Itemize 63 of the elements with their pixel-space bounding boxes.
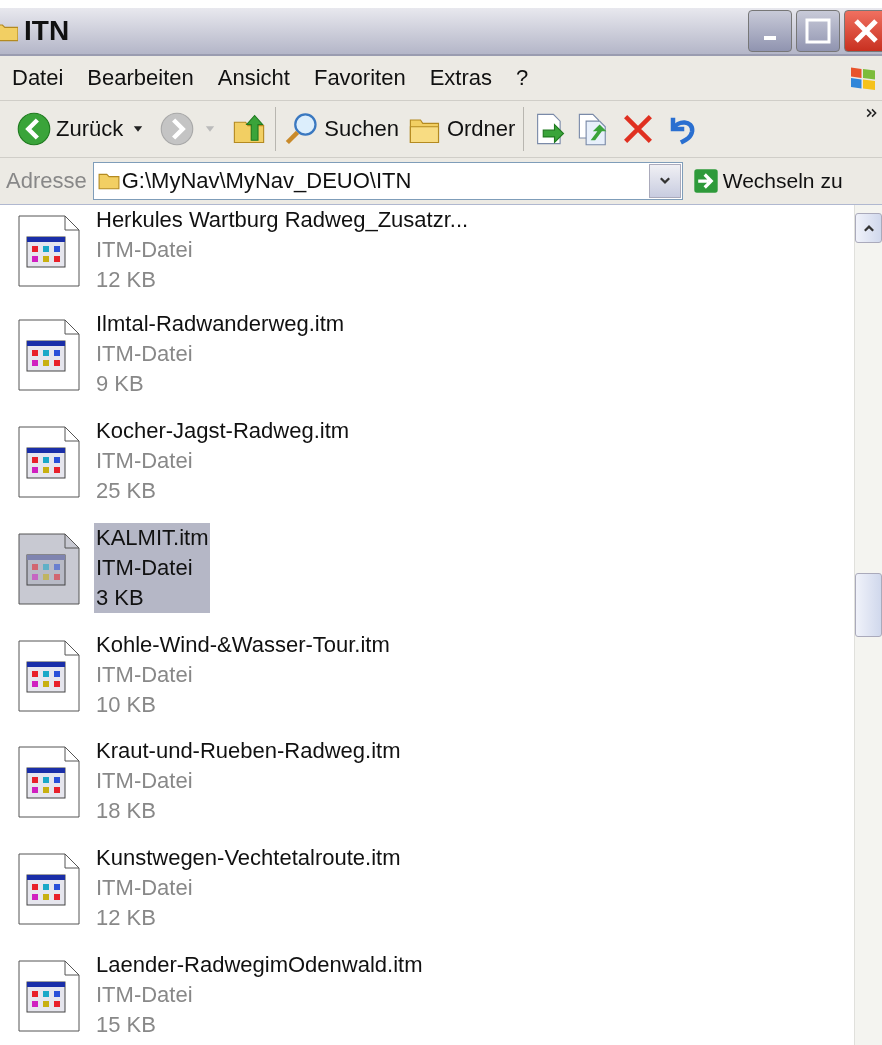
file-label[interactable]: Kraut-und-Rueben-Radweg.itm ITM-Datei 18 KB (94, 736, 403, 827)
file-label[interactable]: Herkules Wartburg Radweg_Zusatzr... ITM-Datei 12 KB (94, 205, 471, 295)
file-label[interactable]: Kocher-Jagst-Radweg.itm ITM-Datei 25 KB (94, 415, 352, 506)
file-name: Kunstwegen-Vechtetalroute.itm (96, 844, 401, 873)
file-icon[interactable] (18, 318, 80, 391)
file-icon[interactable] (18, 853, 80, 926)
file-size: 18 KB (96, 797, 157, 826)
file-name: Herkules Wartburg Radweg_Zusatzr... (96, 206, 469, 234)
folders-button[interactable]: Ordner (402, 109, 520, 149)
file-name: KALMIT.itm (96, 523, 209, 552)
maximize-button[interactable] (796, 10, 840, 52)
file-type: ITM-Datei (96, 981, 194, 1010)
chevron-icon[interactable] (866, 107, 878, 119)
file-size: 10 KB (96, 690, 157, 719)
file-label[interactable]: Ilmtal-Radwanderweg.itm ITM-Datei 9 KB (94, 308, 347, 399)
file-type: ITM-Datei (96, 236, 194, 264)
back-button[interactable]: Zurück (12, 109, 128, 149)
file-size: 3 KB (96, 583, 145, 612)
file-type: ITM-Datei (96, 874, 194, 903)
file-type: ITM-Datei (96, 553, 194, 582)
menu-item[interactable]: Datei (0, 65, 76, 91)
file-size: 25 KB (96, 476, 157, 505)
scroll-up-button[interactable] (855, 213, 882, 243)
scrollbar[interactable] (854, 205, 882, 1045)
menu-item[interactable]: Favoriten (301, 65, 418, 91)
file-size: 12 KB (96, 904, 157, 933)
file-size: 9 KB (96, 369, 145, 398)
file-type: ITM-Datei (96, 660, 194, 689)
file-label[interactable]: Kunstwegen-Vechtetalroute.itm ITM-Datei 12 KB (94, 843, 403, 934)
close-button[interactable] (844, 10, 882, 52)
file-icon[interactable] (18, 960, 80, 1033)
window-title: ITN (24, 15, 70, 47)
file-icon[interactable] (18, 425, 80, 498)
file-size: 12 KB (96, 266, 157, 294)
file-name: Kocher-Jagst-Radweg.itm (96, 416, 350, 445)
file-icon[interactable] (18, 215, 80, 287)
file-name: Kohle-Wind-&Wasser-Tour.itm (96, 630, 390, 659)
scroll-thumb[interactable] (855, 573, 882, 637)
menu-item[interactable]: Ansicht (205, 65, 302, 91)
file-name: Ilmtal-Radwanderweg.itm (96, 309, 345, 338)
minimize-icon (764, 36, 776, 40)
file-name: Laender-RadwegimOdenwald.itm (96, 951, 423, 980)
file-name: Kraut-und-Rueben-Radweg.itm (96, 737, 401, 766)
file-label[interactable]: Kohle-Wind-&Wasser-Tour.itm ITM-Datei 10 KB (94, 629, 392, 720)
minimize-button[interactable] (748, 10, 792, 52)
menu-item[interactable]: Bearbeiten (75, 65, 206, 91)
file-size: 15 KB (96, 1011, 157, 1040)
menu-item[interactable]: ? (504, 65, 541, 91)
file-type: ITM-Datei (96, 339, 194, 368)
go-button[interactable]: Wechseln zu (688, 168, 843, 194)
address-field[interactable]: G:\MyNav\MyNav_DEUO\ITN (92, 162, 683, 200)
maximize-icon (805, 18, 831, 44)
file-type: ITM-Datei (96, 767, 194, 796)
address-label: Adresse (6, 168, 87, 194)
file-type: ITM-Datei (96, 446, 194, 475)
file-icon[interactable] (18, 639, 80, 712)
close-icon (853, 18, 879, 44)
menu-item[interactable]: Extras (417, 65, 504, 91)
file-icon[interactable] (18, 746, 80, 819)
file-label[interactable]: Laender-RadwegimOdenwald.itm ITM-Datei 15 KB (94, 950, 425, 1041)
dropdown-button[interactable] (648, 164, 681, 198)
file-label[interactable]: KALMIT.itm ITM-Datei 3 KB (94, 522, 211, 613)
search-button[interactable]: Suchen (280, 109, 403, 149)
